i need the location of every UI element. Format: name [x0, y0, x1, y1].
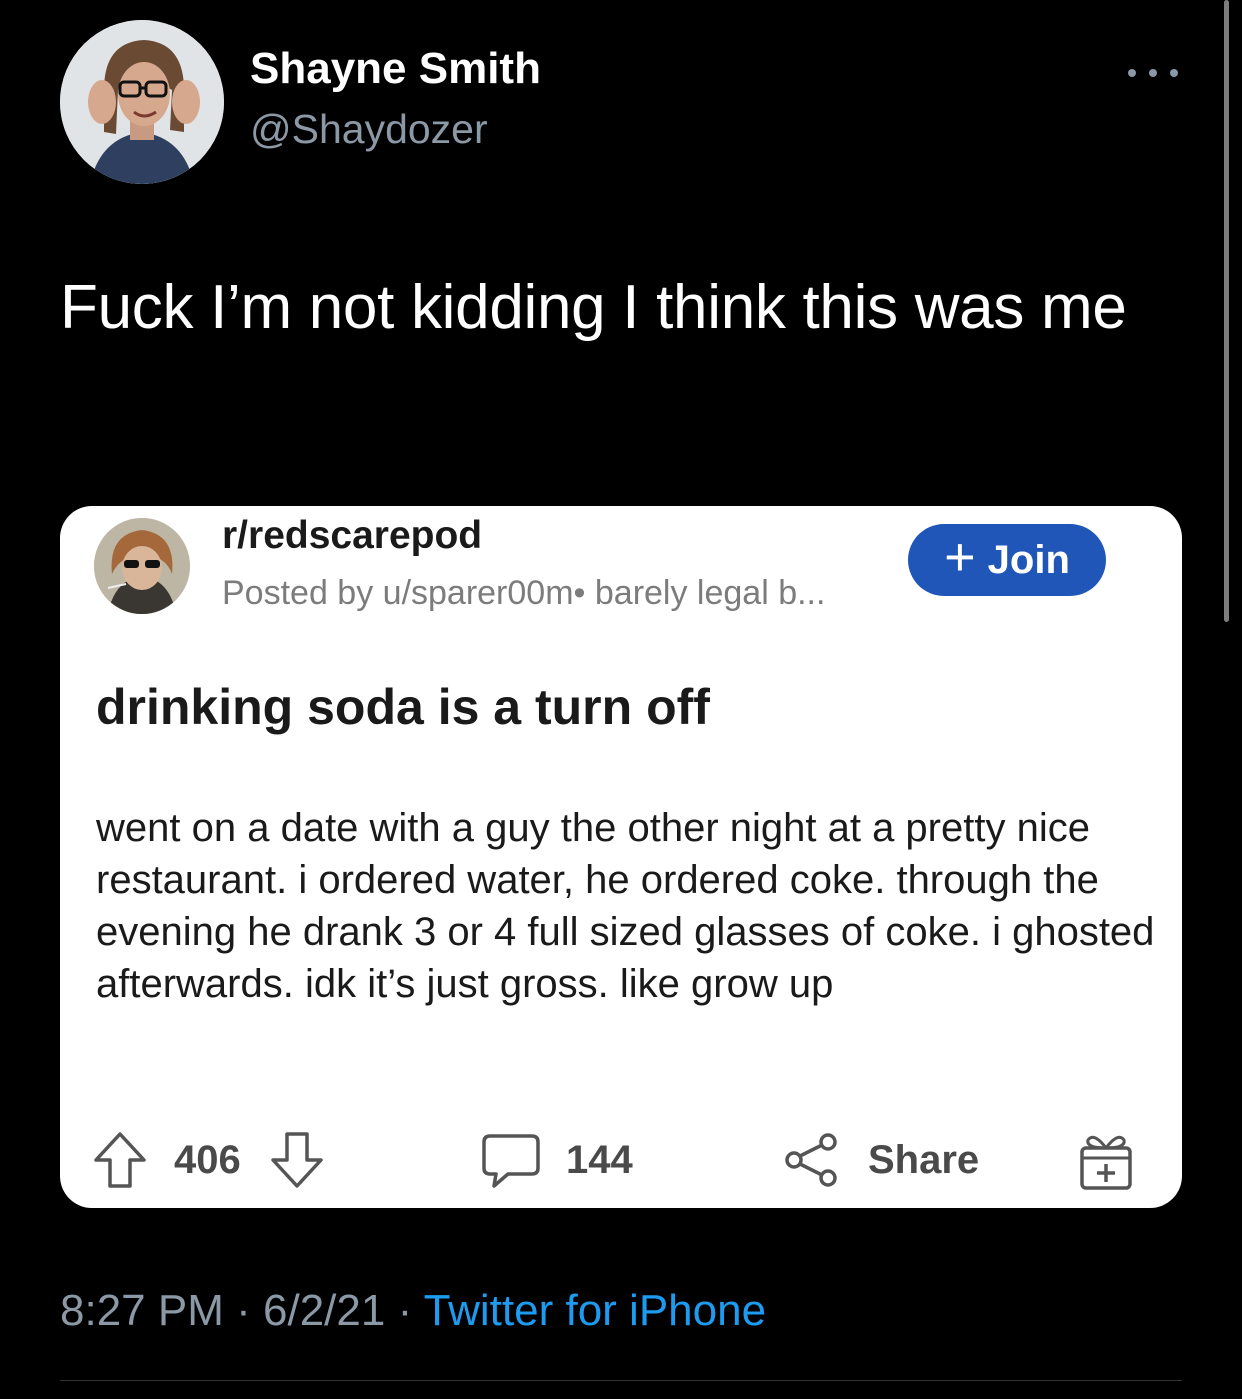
share-label: Share [868, 1137, 980, 1182]
display-name[interactable]: Shayne Smith [250, 44, 541, 94]
more-horizontal-icon[interactable] [1128, 60, 1178, 86]
tweet-source-link[interactable]: Twitter for iPhone [424, 1286, 766, 1335]
posted-by-line: Posted by u/sparer00m• barely legal b... [222, 574, 826, 612]
upvote-arrow-icon [94, 1132, 146, 1188]
award-group [1076, 1128, 1136, 1192]
comment-count: 144 [566, 1137, 633, 1182]
user-avatar[interactable] [60, 20, 224, 184]
more-dot [1170, 69, 1178, 77]
divider [60, 1380, 1182, 1381]
subreddit-name: r/redscarepod [222, 514, 483, 557]
tweet-text: Fuck I’m not kidding I think this was me [60, 273, 1127, 342]
gift-icon [1080, 1135, 1132, 1190]
tweet-date[interactable]: 6/2/21 [263, 1286, 385, 1335]
more-dot [1149, 69, 1157, 77]
tweet-time[interactable]: 8:27 PM [60, 1286, 224, 1335]
share-icon [785, 1133, 837, 1187]
embedded-reddit-post-image[interactable]: r/redscarepod Posted by u/sparer00m• bar… [60, 506, 1182, 1208]
upvote-count: 406 [174, 1137, 241, 1182]
more-dot [1128, 69, 1136, 77]
vote-group: 406 [92, 1130, 325, 1190]
post-title: drinking soda is a turn off [96, 679, 710, 735]
post-action-bar: 406 144 Share [60, 1118, 1182, 1198]
comment-bubble-icon [482, 1134, 540, 1188]
subreddit-avatar [94, 518, 190, 614]
user-handle[interactable]: @Shaydozer [250, 106, 488, 153]
share-group: Share [782, 1130, 979, 1190]
tweet-timestamp: 8:27 PM · 6/2/21 · Twitter for iPhone [60, 1286, 766, 1336]
timestamp-separator: · [236, 1286, 251, 1335]
timestamp-separator: · [397, 1286, 413, 1335]
downvote-arrow-icon [271, 1132, 323, 1188]
post-body: went on a date with a guy the other nigh… [96, 806, 1155, 1006]
join-label: Join [987, 537, 1070, 582]
join-button: + Join [908, 524, 1106, 596]
scrollbar[interactable] [1224, 0, 1229, 622]
plus-icon: + [944, 527, 976, 587]
comments-group: 144 [480, 1130, 633, 1190]
